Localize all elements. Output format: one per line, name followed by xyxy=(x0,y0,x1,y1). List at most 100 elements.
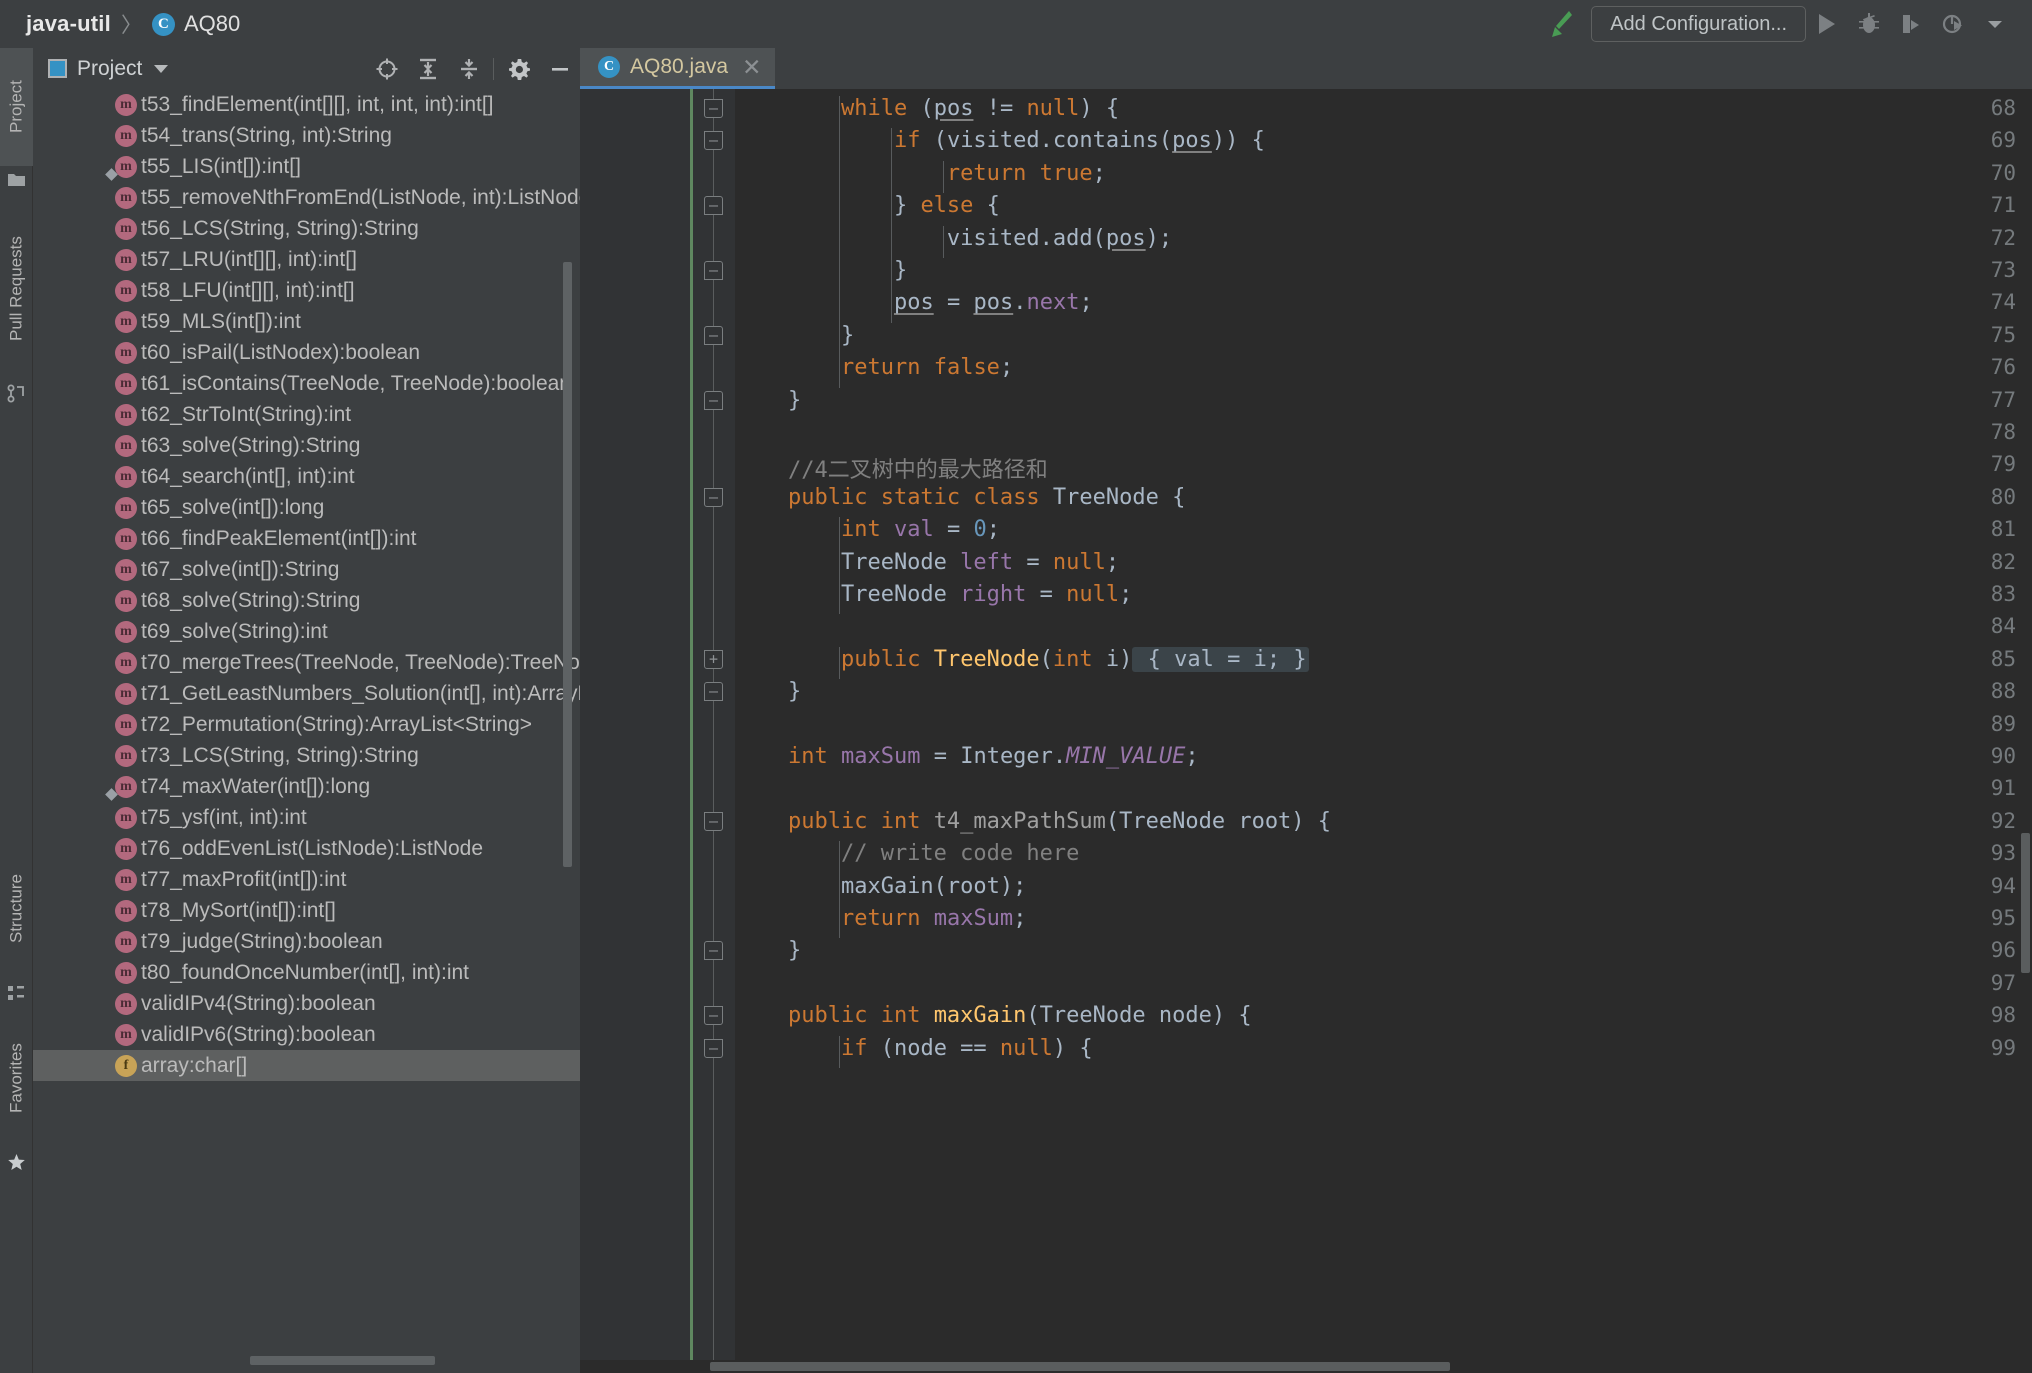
list-item[interactable]: m validIPv6(String):boolean xyxy=(33,1019,580,1050)
sidebar-item-favorites[interactable]: Favorites xyxy=(0,1008,33,1148)
expand-all-icon[interactable] xyxy=(407,48,448,89)
scrollbar-thumb[interactable] xyxy=(710,1362,1450,1371)
list-item[interactable]: f array:char[] xyxy=(33,1050,580,1081)
list-item[interactable]: m t71_GetLeastNumbers_Solution(int[], int… xyxy=(33,678,580,709)
sidebar-item-structure[interactable]: Structure xyxy=(0,838,33,980)
indent-guide xyxy=(891,225,892,258)
star-icon xyxy=(7,1153,26,1172)
run-icon[interactable] xyxy=(1806,2,1848,46)
list-item[interactable]: m t55_LIS(int[]):int[] xyxy=(33,151,580,182)
sidebar-item-pull-requests[interactable]: Pull Requests xyxy=(0,198,33,380)
fold-collapse-icon[interactable]: – xyxy=(704,811,723,831)
list-item[interactable]: m t77_maxProfit(int[]):int xyxy=(33,864,580,895)
list-item[interactable]: m t75_ysf(int, int):int xyxy=(33,802,580,833)
list-item[interactable]: m t69_solve(String):int xyxy=(33,616,580,647)
list-item[interactable]: m t55_removeNthFromEnd(ListNode, int):Lis… xyxy=(33,182,580,213)
list-item[interactable]: m t78_MySort(int[]):int[] xyxy=(33,895,580,926)
list-item[interactable]: m t61_isContains(TreeNode, TreeNode):bool… xyxy=(33,368,580,399)
list-item[interactable]: m t63_solve(String):String xyxy=(33,430,580,461)
close-icon[interactable]: ✕ xyxy=(742,55,761,79)
editor-tab-strip: C AQ80.java ✕ xyxy=(580,48,2032,89)
sidebar-item-label: Structure xyxy=(6,874,26,944)
project-tree-vertical-scrollbar[interactable] xyxy=(563,262,572,867)
list-item-label: t59_MLS(int[]):int xyxy=(141,309,301,333)
fold-column[interactable] xyxy=(693,89,735,1373)
project-panel-title: Project xyxy=(77,56,143,80)
list-item[interactable]: m t62_StrToInt(String):int xyxy=(33,399,580,430)
chevron-down-icon[interactable] xyxy=(154,64,169,73)
list-item[interactable]: m t70_mergeTrees(TreeNode, TreeNode):Tree… xyxy=(33,647,580,678)
list-item[interactable]: m t66_findPeakElement(int[]):int xyxy=(33,523,580,554)
project-folder-icon xyxy=(7,170,26,189)
list-item[interactable]: m t60_isPail(ListNodex):boolean xyxy=(33,337,580,368)
fold-collapse-icon[interactable]: – xyxy=(704,325,723,345)
code-line: // write code here xyxy=(735,841,1079,873)
list-item[interactable]: m t54_trans(String, int):String xyxy=(33,120,580,151)
list-item[interactable]: m t72_Permutation(String):ArrayList<Strin… xyxy=(33,709,580,740)
sidebar-item-project[interactable]: Project xyxy=(0,48,33,166)
editor-horizontal-scrollbar[interactable] xyxy=(580,1360,2032,1373)
code-token: TreeNode xyxy=(933,646,1040,672)
list-item[interactable]: m t56_LCS(String, String):String xyxy=(33,213,580,244)
list-item[interactable]: m t57_LRU(int[][], int):int[] xyxy=(33,244,580,275)
indent-guide xyxy=(891,193,892,226)
fold-collapse-icon[interactable]: – xyxy=(704,941,723,961)
code-line: if (node == null) { xyxy=(735,1036,1093,1068)
list-item[interactable]: m t58_LFU(int[][], int):int[] xyxy=(33,275,580,306)
fold-collapse-icon[interactable]: – xyxy=(704,487,723,507)
list-item[interactable]: m t59_MLS(int[]):int xyxy=(33,306,580,337)
code-text[interactable]: while (pos != null) { if (visited.contai… xyxy=(735,89,2032,1373)
code-token: { xyxy=(1158,484,1186,510)
list-item[interactable]: m validIPv4(String):boolean xyxy=(33,988,580,1019)
editor-area: C AQ80.java ✕ 68 69 70 71 72 73 74 75 76 77 78 79 80… xyxy=(580,48,2032,1373)
fold-collapse-icon[interactable]: – xyxy=(704,682,723,702)
fold-expand-icon[interactable]: + xyxy=(704,649,723,669)
run-coverage-icon[interactable] xyxy=(1890,2,1932,46)
settings-gear-icon[interactable] xyxy=(498,48,539,89)
project-title-group[interactable]: Project xyxy=(33,56,169,81)
list-item[interactable]: m t73_LCS(String, String):String xyxy=(33,740,580,771)
list-item[interactable]: m t74_maxWater(int[]):long xyxy=(33,771,580,802)
add-configuration-button[interactable]: Add Configuration... xyxy=(1591,6,1806,42)
method-icon: m xyxy=(115,527,137,550)
fold-collapse-icon[interactable]: – xyxy=(704,261,723,280)
hide-minimize-icon[interactable] xyxy=(539,48,580,89)
code-line: if (visited.contains(pos)) { xyxy=(735,128,1265,160)
list-item[interactable]: m t65_solve(int[]):long xyxy=(33,492,580,523)
fold-collapse-icon[interactable]: – xyxy=(704,390,723,410)
indent-guide xyxy=(839,906,840,939)
list-item[interactable]: m t64_search(int[], int):int xyxy=(33,461,580,492)
list-item[interactable]: m t79_judge(String):boolean xyxy=(33,926,580,957)
fold-collapse-icon[interactable]: – xyxy=(704,131,723,151)
build-hammer-icon[interactable] xyxy=(1539,2,1583,46)
scrollbar-thumb[interactable] xyxy=(2021,833,2030,973)
chevron-down-icon[interactable] xyxy=(1974,2,2016,46)
list-item[interactable]: m t53_findElement(int[][], int, int, int)… xyxy=(33,89,580,120)
fold-collapse-icon[interactable]: – xyxy=(704,99,723,118)
code-token: = xyxy=(1013,549,1053,575)
indent-guide xyxy=(839,1035,840,1068)
fold-collapse-icon[interactable]: – xyxy=(704,1006,723,1026)
editor-vertical-scrollbar[interactable] xyxy=(2018,89,2032,1373)
code-editor[interactable]: 68 69 70 71 72 73 74 75 76 77 78 79 80 81 82 83 84 85 88 89… xyxy=(580,89,2032,1373)
collapse-all-icon[interactable] xyxy=(448,48,489,89)
tab-aq80-java[interactable]: C AQ80.java ✕ xyxy=(580,48,776,89)
list-item[interactable]: m t80_foundOnceNumber(int[], int):int xyxy=(33,957,580,988)
list-item-label: t74_maxWater(int[]):long xyxy=(141,774,371,798)
fold-collapse-icon[interactable]: – xyxy=(704,196,723,216)
debug-icon[interactable] xyxy=(1848,2,1890,46)
sidebar-item-label: Project xyxy=(6,80,26,134)
breadcrumb-project[interactable]: java-util xyxy=(26,11,111,37)
fold-collapse-icon[interactable]: – xyxy=(704,1038,723,1058)
list-item[interactable]: m t76_oddEvenList(ListNode):ListNode xyxy=(33,833,580,864)
list-item[interactable]: m t68_solve(String):String xyxy=(33,585,580,616)
project-tree-horizontal-scrollbar[interactable] xyxy=(250,1356,435,1365)
list-item[interactable]: m t67_solve(int[]):String xyxy=(33,554,580,585)
editor-gutter[interactable] xyxy=(580,89,693,1373)
profiler-icon[interactable] xyxy=(1932,2,1974,46)
project-tree[interactable]: m t53_findElement(int[][], int, int, int)… xyxy=(33,89,580,1373)
locate-target-icon[interactable] xyxy=(366,48,407,89)
breadcrumb-file[interactable]: AQ80 xyxy=(184,11,240,37)
